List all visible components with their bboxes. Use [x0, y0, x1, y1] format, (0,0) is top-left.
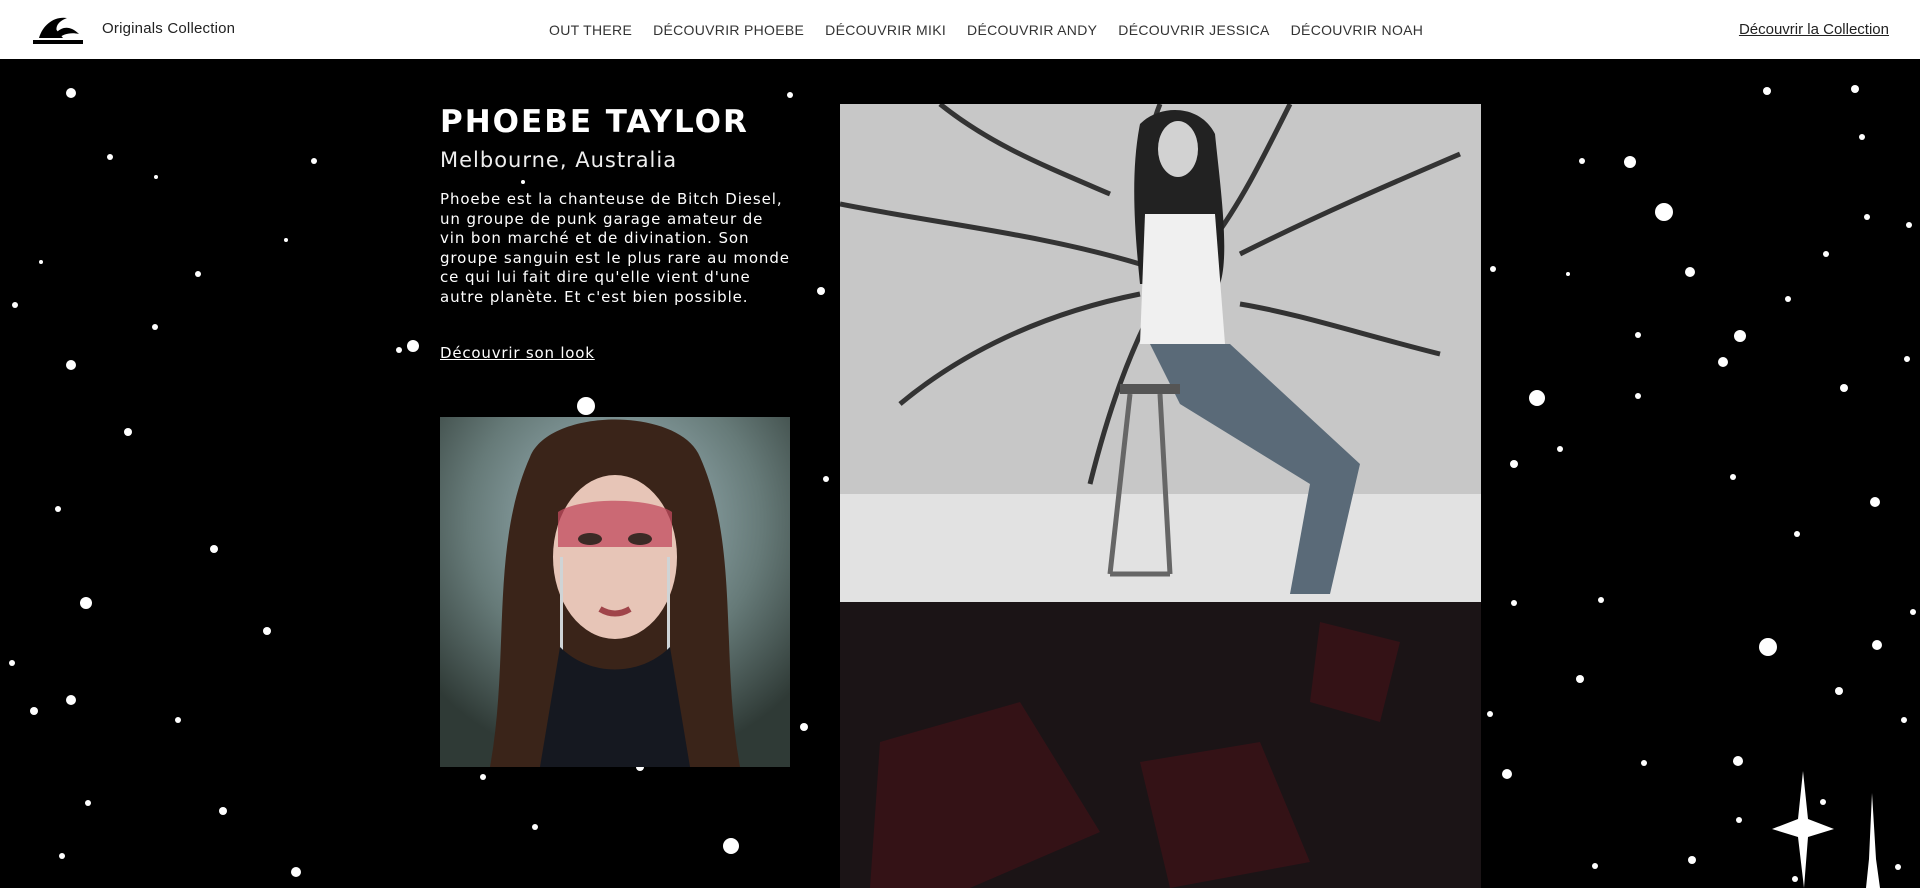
nav-discover-noah[interactable]: DÉCOUVRIR NOAH	[1291, 22, 1424, 38]
profile-location: Melbourne, Australia	[440, 148, 678, 172]
discover-look-link[interactable]: Découvrir son look	[440, 344, 595, 362]
top-navigation-bar: Originals Collection OUT THERE DÉCOUVRIR…	[0, 0, 1920, 59]
brand-title[interactable]: Originals Collection	[102, 20, 235, 37]
portrait-illustration	[440, 417, 790, 767]
nav-discover-andy[interactable]: DÉCOUVRIR ANDY	[967, 22, 1097, 38]
discover-collection-link[interactable]: Découvrir la Collection	[1739, 21, 1889, 38]
nav-discover-jessica[interactable]: DÉCOUVRIR JESSICA	[1118, 22, 1269, 38]
secondary-media-illustration	[840, 602, 1481, 888]
portrait-photo	[440, 417, 790, 767]
main-photo	[840, 104, 1481, 602]
nav-discover-miki[interactable]: DÉCOUVRIR MIKI	[825, 22, 946, 38]
profile-name: PHOEBE TAYLOR	[440, 104, 749, 140]
profile-section: PHOEBE TAYLOR Melbourne, Australia Phoeb…	[440, 104, 790, 363]
nav-out-there[interactable]: OUT THERE	[549, 22, 632, 38]
quiksilver-logo-icon[interactable]	[33, 14, 83, 44]
main-photo-illustration	[840, 104, 1481, 602]
profile-bio: Phoebe est la chanteuse de Bitch Diesel,…	[440, 190, 790, 306]
main-nav: OUT THERE DÉCOUVRIR PHOEBE DÉCOUVRIR MIK…	[549, 22, 1423, 38]
secondary-media-panel	[840, 602, 1481, 888]
nav-discover-phoebe[interactable]: DÉCOUVRIR PHOEBE	[653, 22, 804, 38]
